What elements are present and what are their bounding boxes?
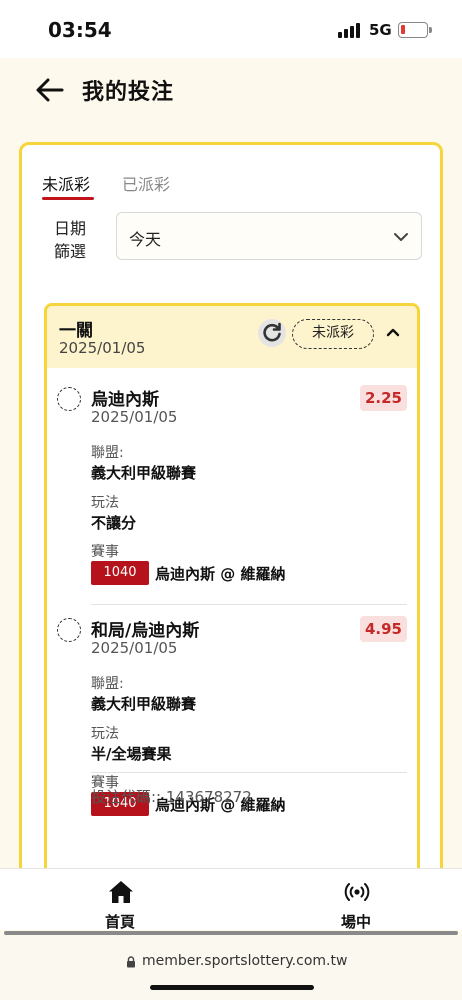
active-tab-indicator: [42, 197, 94, 200]
url-text: member.sportslottery.com.tw: [142, 953, 348, 969]
selection-radio[interactable]: [57, 387, 81, 411]
match-code: 1040: [91, 561, 149, 585]
back-button[interactable]: [34, 76, 66, 104]
bet-selection: 烏迪內斯 2025/01/05 2.25 聯盟: 義大利甲級聯賽 玩法 不讓分 …: [47, 385, 417, 605]
refresh-button[interactable]: [258, 319, 286, 347]
match-label: 賽事: [91, 544, 119, 560]
match-name: 烏迪內斯 @ 維羅納: [155, 565, 286, 583]
date-filter-select[interactable]: 今天: [116, 212, 422, 260]
play-value: 不讓分: [91, 514, 137, 532]
league-value: 義大利甲級聯賽: [91, 464, 197, 482]
bet-card: 一關 2025/01/05 未派彩 烏迪內斯 2025/01/05 2.25 聯…: [44, 303, 420, 899]
bet-code: 投注代碼:: 143678272: [91, 788, 252, 806]
tab-unsettled[interactable]: 未派彩: [42, 171, 90, 195]
play-value: 半/全場賽果: [91, 745, 172, 763]
divider: [91, 604, 407, 605]
league-label: 聯盟:: [91, 676, 124, 692]
nav-live[interactable]: 場中: [316, 869, 396, 931]
odds-badge: 4.95: [359, 616, 407, 642]
arrow-left-icon: [36, 78, 64, 102]
selection-radio[interactable]: [57, 618, 81, 642]
date-filter-label: 日期篩選: [54, 219, 87, 261]
status-time: 03:54: [48, 18, 112, 42]
refresh-icon: [263, 322, 281, 342]
status-badge: 未派彩: [292, 319, 374, 349]
nav-home[interactable]: 首頁: [80, 869, 160, 931]
selection-date: 2025/01/05: [91, 408, 178, 426]
chevron-up-icon[interactable]: [385, 324, 401, 340]
divider: [91, 772, 407, 773]
signal-icon: [338, 22, 362, 38]
bets-panel: 未派彩 已派彩 日期篩選 今天 一關 2025/01/05 未派彩 烏迪內斯 2…: [19, 142, 443, 902]
chevron-down-icon: [394, 233, 408, 241]
nav-live-label: 場中: [340, 913, 371, 931]
league-value: 義大利甲級聯賽: [91, 695, 197, 713]
selection-name: 和局/烏迪內斯: [91, 621, 200, 641]
bet-card-header: 一關 2025/01/05 未派彩: [47, 306, 417, 368]
bet-date: 2025/01/05: [59, 339, 146, 357]
bet-type: 一關: [59, 321, 93, 341]
home-indicator[interactable]: [150, 985, 314, 990]
date-filter-value: 今天: [129, 230, 162, 249]
live-broadcast-icon: [344, 883, 370, 901]
page-title: 我的投注: [82, 80, 175, 105]
lock-icon: [127, 956, 135, 968]
browser-url-bar[interactable]: member.sportslottery.com.tw: [0, 935, 462, 1000]
home-icon: [109, 881, 133, 903]
odds-badge: 2.25: [359, 385, 407, 411]
network-type: 5G: [369, 21, 392, 39]
nav-home-label: 首頁: [104, 913, 135, 931]
selection-date: 2025/01/05: [91, 639, 178, 657]
play-label: 玩法: [91, 495, 119, 511]
selection-name: 烏迪內斯: [91, 390, 159, 410]
status-bar: 03:54 5G: [0, 0, 462, 58]
bottom-nav: 首頁 場中: [0, 868, 462, 931]
page-header: 我的投注: [0, 58, 462, 128]
play-label: 玩法: [91, 726, 119, 742]
battery-icon: [398, 22, 432, 38]
tab-settled[interactable]: 已派彩: [122, 171, 170, 195]
league-label: 聯盟:: [91, 445, 124, 461]
